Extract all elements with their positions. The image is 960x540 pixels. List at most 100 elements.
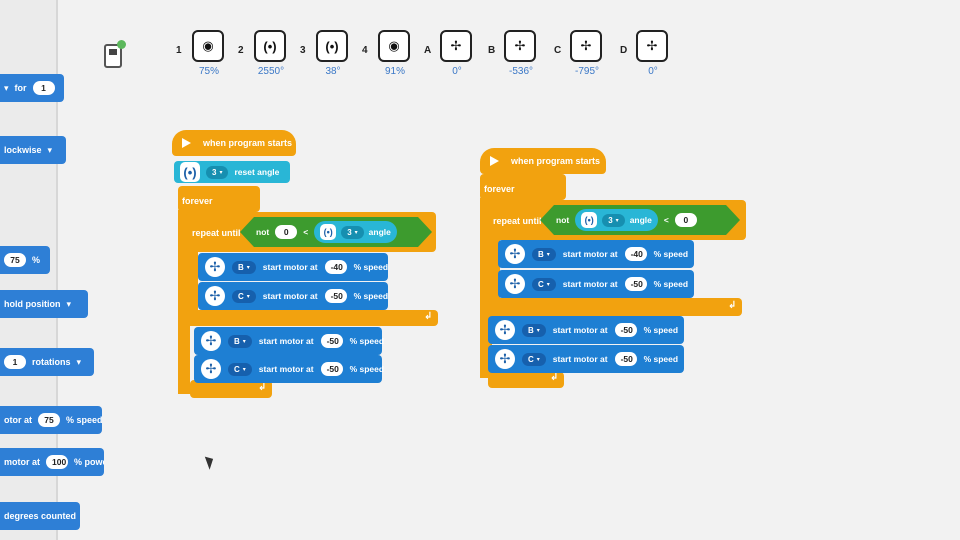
force-sensor-icon: (•) [180,162,200,182]
sensor-angle-reporter[interactable]: (•) 3 ▾ angle [314,221,397,243]
speed-input[interactable]: -50 [614,323,637,337]
force-sensor-icon: (•) [320,224,336,240]
palette-block-degrees[interactable]: degrees counted [0,502,80,530]
caret-icon: ▾ [546,281,550,288]
unit-label: % speed [643,325,679,335]
caret-icon: ▾ [219,169,223,176]
port-dropdown[interactable]: 3 ▾ [206,165,229,179]
dropdown-value: B [538,249,544,259]
port-label: B [488,45,496,56]
port-value: 75% [198,66,219,77]
port-value: -795° [574,66,599,77]
port-dropdown[interactable]: C ▾ [532,277,556,291]
port-label: A [424,45,432,56]
unit-label: % speed [349,364,385,374]
start-motor-block[interactable]: ✢ C ▾ start motor at -50 % speed [198,282,388,310]
port-value: -536° [508,66,533,77]
palette-block-motor-speed[interactable]: otor at 75 % speed [0,406,102,434]
compare-right-input[interactable]: 0 [675,213,697,227]
force-sensor-icon: (•) [581,212,597,228]
port-label: D [620,45,628,56]
start-motor-block[interactable]: ✢ C ▾ start motor at -50 % speed [194,355,385,383]
port-dropdown[interactable]: B ▾ [522,323,546,337]
when-program-starts-block[interactable]: when program starts [172,130,296,156]
palette-value[interactable]: 1 [4,355,26,369]
speed-input[interactable]: -40 [324,260,347,274]
palette-block-speed[interactable]: 75 % [0,246,50,274]
dropdown-value: B [238,262,244,272]
speed-input[interactable]: -50 [320,334,343,348]
dropdown-value: 3 [608,215,613,225]
palette-value[interactable]: 75 [38,413,60,427]
palette-label: hold position [4,299,61,309]
not-condition[interactable]: not 0 < (•) 3 ▾ angle [240,217,432,247]
start-motor-block[interactable]: ✢ C ▾ start motor at -50 % speed [498,270,694,298]
not-condition[interactable]: not (•) 3 ▾ angle < 0 [540,205,740,235]
port-dropdown[interactable]: C ▾ [228,362,252,376]
caret-icon: ▾ [546,251,550,258]
port-label: 3 [300,45,306,56]
hub-icon[interactable] [104,40,126,68]
port-label: 2 [238,45,244,56]
port-dropdown[interactable]: 3 ▾ [341,226,363,239]
port-value: 2550° [257,66,285,77]
caret-icon: ▾ [615,217,619,224]
hub-connected-dot [117,40,126,49]
port-dropdown[interactable]: 3 ▾ [602,214,624,227]
caret-icon: ▾ [246,293,250,300]
reset-angle-block[interactable]: (•) 3 ▾ reset angle [174,161,290,183]
repeat-foot [186,310,438,326]
start-motor-block[interactable]: ✢ B ▾ start motor at -50 % speed [194,327,384,355]
start-motor-block[interactable]: ✢ B ▾ start motor at -40 % speed [498,240,694,268]
port-dropdown[interactable]: C ▾ [522,352,546,366]
port-value: 0° [452,66,462,77]
port-label: C [554,45,562,56]
start-motor-block[interactable]: ✢ B ▾ start motor at -50 % speed [488,316,684,344]
force-sensor-icon: (•) [254,30,286,62]
caret-icon: ▾ [536,356,540,363]
palette-value[interactable]: 1 [32,81,55,95]
forever-label: forever [182,196,213,206]
port-dropdown[interactable]: B ▾ [532,247,556,261]
palette-value[interactable]: 100 [46,455,68,469]
speed-input[interactable]: -50 [614,352,637,366]
speed-input[interactable]: -50 [324,289,347,303]
compare-operator: < [663,215,669,225]
palette-value[interactable]: 75 [4,253,26,267]
dropdown-value: 3 [347,227,352,237]
start-motor-block[interactable]: ✢ B ▾ start motor at -40 % speed [198,253,388,281]
port-dropdown[interactable]: C ▾ [232,289,256,303]
repeat-until-label: repeat until [493,216,542,226]
block-label: when program starts [511,156,601,166]
palette-prefix: motor at [4,457,40,467]
block-label: start motor at [258,364,314,374]
block-label: start motor at [552,325,608,335]
forever-label: forever [484,184,515,194]
app-canvas: ▾ for 1 lockwise ▾ 75 % hold position ▾ … [0,0,960,540]
palette-block-direction[interactable]: lockwise ▾ [0,136,66,164]
flag-icon [182,138,191,148]
compare-left-input[interactable]: 0 [275,225,297,239]
motor-icon: ✢ [201,331,221,351]
unit-label: % speed [653,279,689,289]
hub-screen [109,49,117,55]
speed-input[interactable]: -40 [624,247,647,261]
sensor-angle-reporter[interactable]: (•) 3 ▾ angle [575,209,658,231]
palette-block-motor-power[interactable]: motor at 100 % powe [0,448,104,476]
palette-block-for[interactable]: ▾ for 1 [0,74,64,102]
motor-icon: ✢ [201,359,221,379]
port-d[interactable]: D ✢ 0° [620,30,700,80]
speed-input[interactable]: -50 [624,277,647,291]
port-dropdown[interactable]: B ▾ [228,334,252,348]
palette-block-stop-action[interactable]: hold position ▾ [0,290,88,318]
loop-arrow-icon: ↲ [550,372,559,383]
start-motor-block[interactable]: ✢ C ▾ start motor at -50 % speed [488,345,684,373]
color-sensor-icon: ◉ [192,30,224,62]
speed-input[interactable]: -50 [320,362,343,376]
port-dropdown[interactable]: B ▾ [232,260,256,274]
palette-caret: ▾ [47,144,53,155]
palette-caret: ▾ [66,298,72,309]
when-program-starts-block[interactable]: when program starts [480,148,606,174]
palette-block-rotations[interactable]: 1 rotations ▾ [0,348,94,376]
dropdown-value: 3 [212,167,217,177]
